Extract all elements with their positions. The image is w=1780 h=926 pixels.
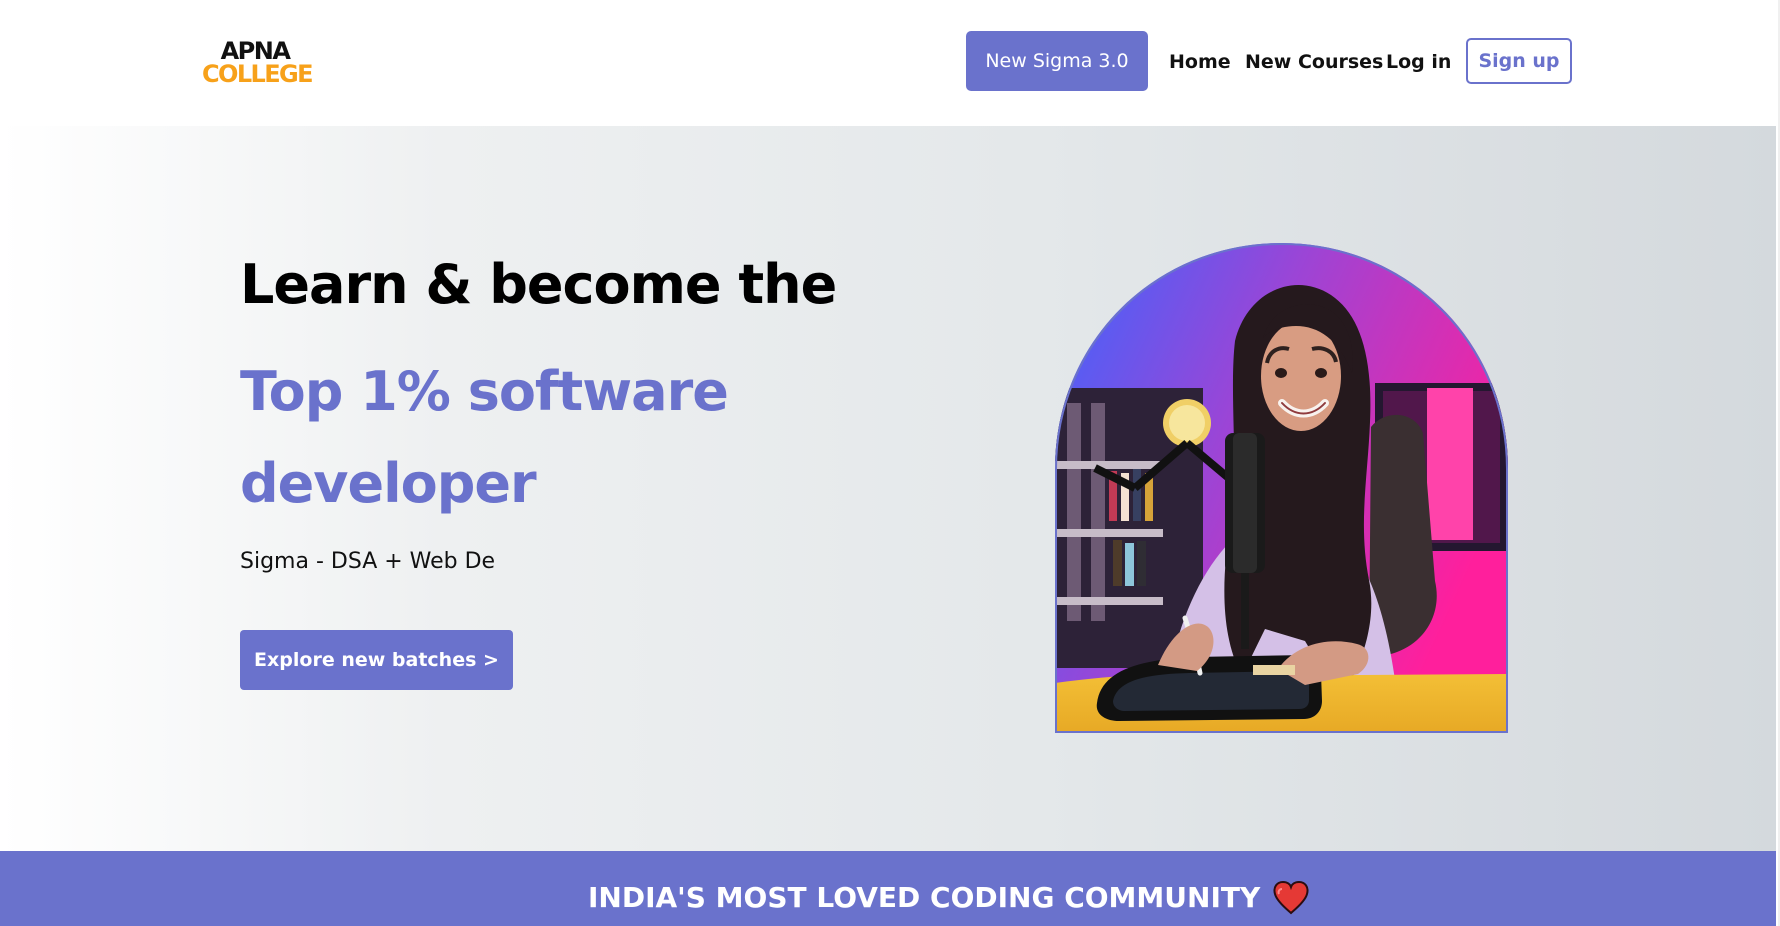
new-sigma-button[interactable]: New Sigma 3.0 <box>966 31 1148 91</box>
site-header: APNA COLLEGE New Sigma 3.0 Home New Cour… <box>0 0 1776 126</box>
apna-college-logo[interactable]: APNA COLLEGE <box>202 39 313 89</box>
hero-highlight: Top 1% software developer <box>240 360 729 515</box>
banner-title: INDIA'S MOST LOVED CODING COMMUNITY <box>588 881 1261 914</box>
hero-section: Learn & become the Top 1% software devel… <box>0 126 1776 851</box>
heart-icon <box>1272 881 1310 915</box>
nav-new-courses-link[interactable]: New Courses <box>1245 50 1383 74</box>
explore-new-batches-button[interactable]: Explore new batches > <box>240 630 513 690</box>
hero-subtitle: Sigma - DSA + Web De <box>240 549 496 574</box>
nav-home-link[interactable]: Home <box>1169 50 1231 74</box>
instructor-portrait-illustration <box>1055 243 1508 733</box>
signup-button[interactable]: Sign up <box>1466 38 1572 84</box>
community-banner: INDIA'S MOST LOVED CODING COMMUNITY <box>0 851 1776 926</box>
hero-title: Learn & become the <box>240 253 837 316</box>
page: APNA COLLEGE New Sigma 3.0 Home New Cour… <box>0 0 1780 926</box>
heart-icon-graphic <box>1273 881 1309 915</box>
banner-content: INDIA'S MOST LOVED CODING COMMUNITY <box>588 881 1310 915</box>
instructor-portrait <box>1055 243 1508 733</box>
logo-bottom-text: COLLEGE <box>202 60 313 88</box>
nav-login-link[interactable]: Log in <box>1386 50 1451 74</box>
